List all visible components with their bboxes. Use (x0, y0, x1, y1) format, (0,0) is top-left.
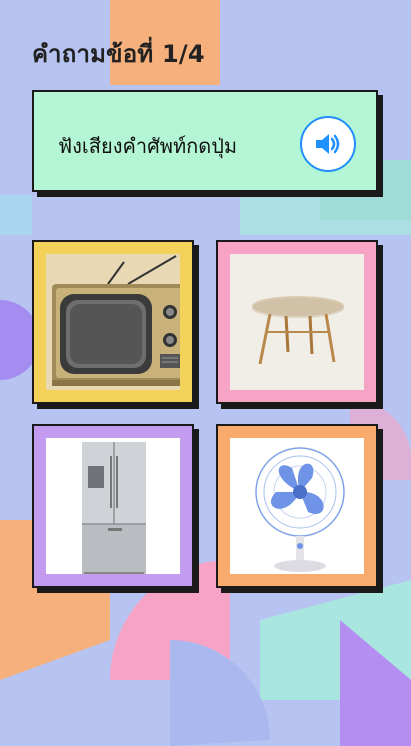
option-fan[interactable] (216, 424, 378, 588)
fan-image (230, 438, 364, 574)
option-fridge[interactable] (32, 424, 194, 588)
television-image (46, 254, 180, 390)
speaker-icon (316, 134, 340, 154)
option-table[interactable] (216, 240, 378, 404)
table-image (230, 254, 364, 390)
fridge-image (46, 438, 180, 574)
quiz-screen: คำถามข้อที่ 1/4 ฟังเสียงคำศัพท์กดปุ่ม (0, 0, 411, 746)
prompt-text: ฟังเสียงคำศัพท์กดปุ่ม (58, 134, 238, 158)
question-title: คำถามข้อที่ 1/4 (32, 40, 205, 68)
play-sound-button[interactable] (300, 116, 356, 172)
option-tv[interactable] (32, 240, 194, 404)
prompt-card: ฟังเสียงคำศัพท์กดปุ่ม (32, 90, 378, 192)
